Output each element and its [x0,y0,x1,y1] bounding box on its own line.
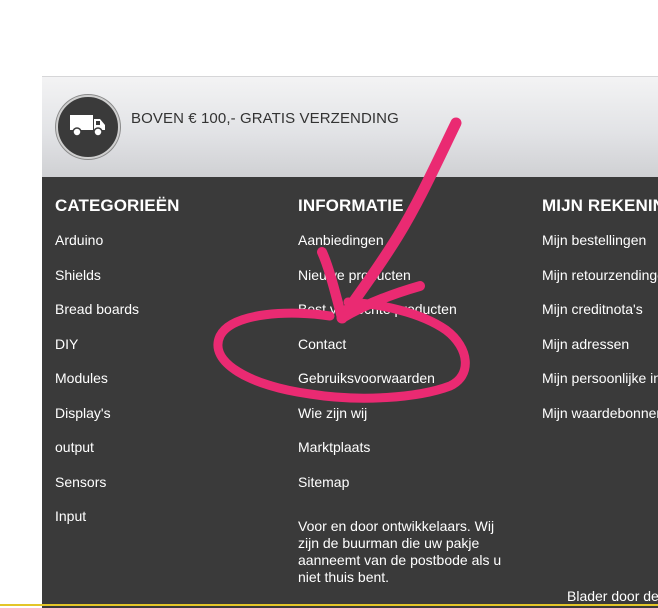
category-link-modules[interactable]: Modules [55,370,139,405]
free-shipping-text: BOVEN € 100,- GRATIS VERZENDING [131,110,399,127]
info-link-marketplace[interactable]: Marktplaats [298,439,457,474]
my-account-title: MIJN REKENING [542,196,658,215]
info-link-best-sellers[interactable]: Best verkochte producten [298,301,457,336]
category-link-arduino[interactable]: Arduino [55,232,139,267]
info-link-contact[interactable]: Contact [298,336,457,371]
my-account-list: Mijn bestellingen Mijn retourzendingen M… [542,232,658,439]
category-link-sensors[interactable]: Sensors [55,474,139,509]
category-link-bread-boards[interactable]: Bread boards [55,301,139,336]
category-link-diy[interactable]: DIY [55,336,139,371]
account-link-orders[interactable]: Mijn bestellingen [542,232,658,267]
information-title: INFORMATIE [298,196,404,215]
bottom-accent-line [0,604,658,606]
category-link-displays[interactable]: Display's [55,405,139,440]
info-link-sitemap[interactable]: Sitemap [298,474,457,509]
about-text: Voor en door ontwikkelaars. Wij zijn de … [298,518,502,585]
info-link-terms[interactable]: Gebruiksvoorwaarden [298,370,457,405]
account-link-personal-info[interactable]: Mijn persoonlijke info [542,370,658,405]
footer: CATEGORIEËN Arduino Shields Bread boards… [42,177,658,608]
account-link-vouchers[interactable]: Mijn waardebonnen [542,405,658,440]
account-link-credit-notes[interactable]: Mijn creditnota's [542,301,658,336]
shipping-banner: BOVEN € 100,- GRATIS VERZENDING [42,76,658,178]
information-list: Aanbiedingen Nieuwe producten Best verko… [298,232,457,508]
my-account-column: MIJN REKENING Mijn bestellingen Mijn ret… [542,195,658,421]
page: BOVEN € 100,- GRATIS VERZENDING CATEGORI… [0,0,658,608]
information-column: INFORMATIE Aanbiedingen Nieuwe producten… [298,195,528,585]
info-link-offers[interactable]: Aanbiedingen [298,232,457,267]
account-link-addresses[interactable]: Mijn adressen [542,336,658,371]
info-link-about-us[interactable]: Wie zijn wij [298,405,457,440]
categories-column: CATEGORIEËN Arduino Shields Bread boards… [55,195,285,524]
category-link-output[interactable]: output [55,439,139,474]
info-link-new-products[interactable]: Nieuwe producten [298,267,457,302]
categories-list: Arduino Shields Bread boards DIY Modules… [55,232,139,543]
category-link-input[interactable]: Input [55,508,139,543]
truck-icon [56,95,120,159]
browse-text[interactable]: Blader door de [567,588,658,604]
category-link-shields[interactable]: Shields [55,267,139,302]
account-link-returns[interactable]: Mijn retourzendingen [542,267,658,302]
categories-title: CATEGORIEËN [55,196,180,215]
